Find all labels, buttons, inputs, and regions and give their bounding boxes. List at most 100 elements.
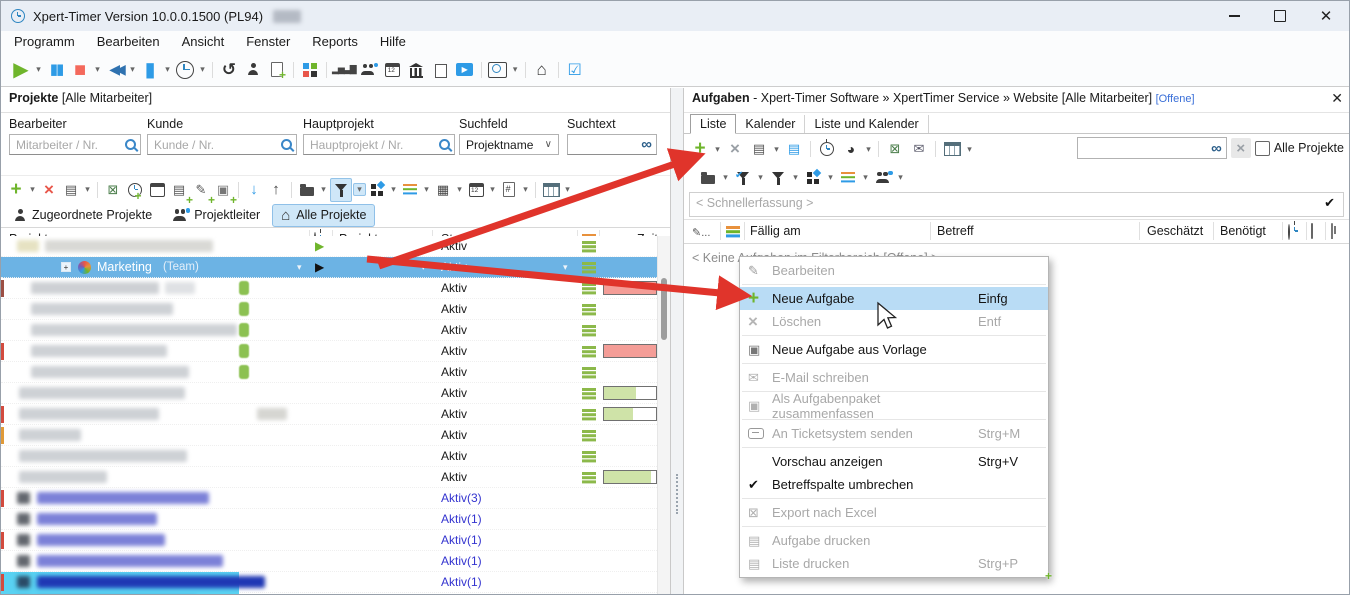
stopwatch-button[interactable] bbox=[816, 136, 838, 162]
dropdown-caret-icon[interactable]: ▾ bbox=[421, 184, 432, 195]
task-folder-button[interactable] bbox=[697, 165, 719, 191]
filter-button[interactable] bbox=[767, 165, 789, 191]
delete-task-button[interactable]: × bbox=[724, 136, 746, 162]
search-icon[interactable] bbox=[439, 139, 450, 150]
menu-item-neue-aufgabe[interactable]: +Neue AufgabeEinfg bbox=[740, 287, 1048, 310]
project-row[interactable]: Aktiv(1) bbox=[1, 530, 657, 551]
export-excel-button[interactable]: ⊠ bbox=[884, 136, 906, 162]
dropdown-caret-icon[interactable]: ▾ bbox=[297, 262, 302, 273]
column-betreff[interactable]: Betreff bbox=[937, 224, 974, 238]
scrollbar-thumb[interactable] bbox=[661, 278, 667, 340]
confirm-check-icon[interactable]: ✔ bbox=[1324, 195, 1335, 211]
project-row[interactable]: ▶Aktiv bbox=[1, 236, 657, 257]
dropdown-caret-icon[interactable]: ▾ bbox=[563, 262, 568, 273]
tab-liste-und-kalender[interactable]: Liste und Kalender bbox=[805, 115, 928, 133]
menu-programm[interactable]: Programm bbox=[3, 31, 86, 53]
bearbeiter-input[interactable] bbox=[14, 137, 125, 153]
statistics-button[interactable]: ▂▅▃▇ bbox=[332, 57, 356, 83]
project-row[interactable]: Aktiv(1) bbox=[1, 593, 657, 594]
dropdown-caret-icon[interactable]: ▾ bbox=[520, 184, 531, 195]
dropdown-caret-icon[interactable]: ▾ bbox=[487, 184, 498, 195]
close-button[interactable]: ✕ bbox=[1303, 1, 1349, 31]
move-down-button[interactable]: ↓ bbox=[244, 179, 264, 201]
dropdown-caret-icon[interactable]: ▾ bbox=[771, 144, 782, 155]
add-project-button[interactable]: + bbox=[6, 179, 26, 201]
dropdown-caret-icon[interactable]: ▾ bbox=[27, 184, 38, 195]
dropdown-caret-icon[interactable]: ▾ bbox=[197, 64, 208, 75]
project-row[interactable]: Aktiv bbox=[1, 362, 657, 383]
minimize-button[interactable] bbox=[1211, 1, 1257, 31]
all-projects-checkbox[interactable] bbox=[1255, 141, 1270, 156]
view-project-leader[interactable]: Projektleiter bbox=[164, 205, 269, 225]
dropdown-caret-icon[interactable]: ▾ bbox=[863, 144, 874, 155]
menu-item-betreffspalte-umbrechen[interactable]: ✔Betreffspalte umbrechen bbox=[740, 473, 1048, 496]
pie-chart-button[interactable]: ◕ bbox=[840, 136, 862, 162]
dropdown-caret-icon[interactable]: ▾ bbox=[712, 144, 723, 155]
group-view-button[interactable] bbox=[367, 179, 387, 201]
dropdown-caret-icon[interactable]: ▾ bbox=[825, 172, 836, 183]
filter-active-button[interactable] bbox=[732, 165, 754, 191]
folder-button[interactable] bbox=[297, 179, 317, 201]
search-icon[interactable] bbox=[281, 139, 292, 150]
project-row[interactable]: Aktiv bbox=[1, 404, 657, 425]
bookmark-button[interactable]: ▮ bbox=[139, 57, 161, 83]
project-row[interactable]: Aktiv bbox=[1, 383, 657, 404]
project-row[interactable]: Aktiv bbox=[1, 278, 657, 299]
project-row[interactable]: Aktiv bbox=[1, 446, 657, 467]
vertical-scrollbar[interactable] bbox=[657, 236, 670, 594]
dropdown-caret-icon[interactable]: ▾ bbox=[860, 172, 871, 183]
dropdown-caret-icon[interactable]: ▾ bbox=[510, 64, 521, 75]
dropdown-caret-icon[interactable]: ▾ bbox=[454, 184, 465, 195]
menu-bearbeiten[interactable]: Bearbeiten bbox=[86, 31, 171, 53]
project-row[interactable]: Aktiv bbox=[1, 299, 657, 320]
suchfeld-select[interactable]: Projektname ∨ bbox=[459, 134, 559, 155]
status-lines-button[interactable] bbox=[400, 179, 420, 201]
add-calendar-entry-button[interactable] bbox=[147, 179, 167, 201]
print-button[interactable]: ▤ bbox=[61, 179, 81, 201]
tree-expand-icon[interactable]: + bbox=[61, 262, 71, 272]
status-lines-button[interactable] bbox=[837, 165, 859, 191]
row-play-icon[interactable]: ▶ bbox=[315, 239, 324, 253]
panel-splitter[interactable] bbox=[671, 88, 684, 594]
menu-ansicht[interactable]: Ansicht bbox=[171, 31, 236, 53]
column-settings-button[interactable] bbox=[541, 179, 561, 201]
tab-liste[interactable]: Liste bbox=[690, 114, 736, 134]
menu-item-neue-aufgabe-aus-vorlage[interactable]: ▣Neue Aufgabe aus Vorlage bbox=[740, 338, 1048, 361]
dropdown-caret-icon[interactable]: ▾ bbox=[720, 172, 731, 183]
dropdown-caret-icon[interactable]: ▾ bbox=[755, 172, 766, 183]
delete-project-button[interactable]: × bbox=[39, 179, 59, 201]
dropdown-caret-icon[interactable]: ▾ bbox=[82, 184, 93, 195]
binoculars-icon[interactable]: ∞ bbox=[641, 136, 652, 153]
dropdown-caret-icon[interactable]: ▾ bbox=[318, 184, 329, 195]
group-view-button[interactable] bbox=[802, 165, 824, 191]
menu-item-vorschau-anzeigen[interactable]: Vorschau anzeigenStrg+V bbox=[740, 450, 1048, 473]
view-all-projects[interactable]: ⌂ Alle Projekte bbox=[272, 204, 375, 227]
stop-timer-button[interactable]: ■ bbox=[69, 57, 91, 83]
clear-search-button[interactable]: × bbox=[1231, 138, 1251, 158]
project-row[interactable]: Aktiv bbox=[1, 425, 657, 446]
column-faellig-am[interactable]: Fällig am bbox=[750, 224, 801, 238]
binoculars-icon[interactable]: ∞ bbox=[1211, 140, 1222, 157]
project-row[interactable]: Aktiv(3) bbox=[1, 488, 657, 509]
menu-reports[interactable]: Reports bbox=[301, 31, 369, 53]
add-user-button[interactable] bbox=[242, 57, 264, 83]
dashboard-button[interactable] bbox=[299, 57, 321, 83]
menu-hilfe[interactable]: Hilfe bbox=[369, 31, 417, 53]
project-row[interactable]: Aktiv bbox=[1, 341, 657, 362]
column-benoetigt[interactable]: Benötigt bbox=[1220, 224, 1266, 238]
clock-button[interactable] bbox=[174, 57, 196, 83]
dropdown-caret-icon[interactable]: ▾ bbox=[895, 172, 906, 183]
tab-kalender[interactable]: Kalender bbox=[736, 115, 805, 133]
calendar-button[interactable] bbox=[466, 179, 486, 201]
project-row-selected[interactable]: +Marketing(Team)▾▾▾▶Aktiv bbox=[1, 257, 657, 278]
dropdown-caret-icon[interactable]: ▾ bbox=[92, 64, 103, 75]
row-play-icon[interactable]: ▶ bbox=[315, 260, 324, 274]
task-report-button[interactable]: ▤ bbox=[783, 136, 805, 162]
add-task-button[interactable]: + bbox=[689, 136, 711, 162]
project-row[interactable]: Aktiv(1) bbox=[1, 551, 657, 572]
dropdown-caret-icon[interactable]: ▾ bbox=[790, 172, 801, 183]
column-attachment-icon[interactable] bbox=[1331, 224, 1333, 238]
maximize-button[interactable] bbox=[1257, 1, 1303, 31]
dropdown-caret-icon[interactable]: ▾ bbox=[162, 64, 173, 75]
add-package-button[interactable]: ▣ bbox=[213, 179, 233, 201]
